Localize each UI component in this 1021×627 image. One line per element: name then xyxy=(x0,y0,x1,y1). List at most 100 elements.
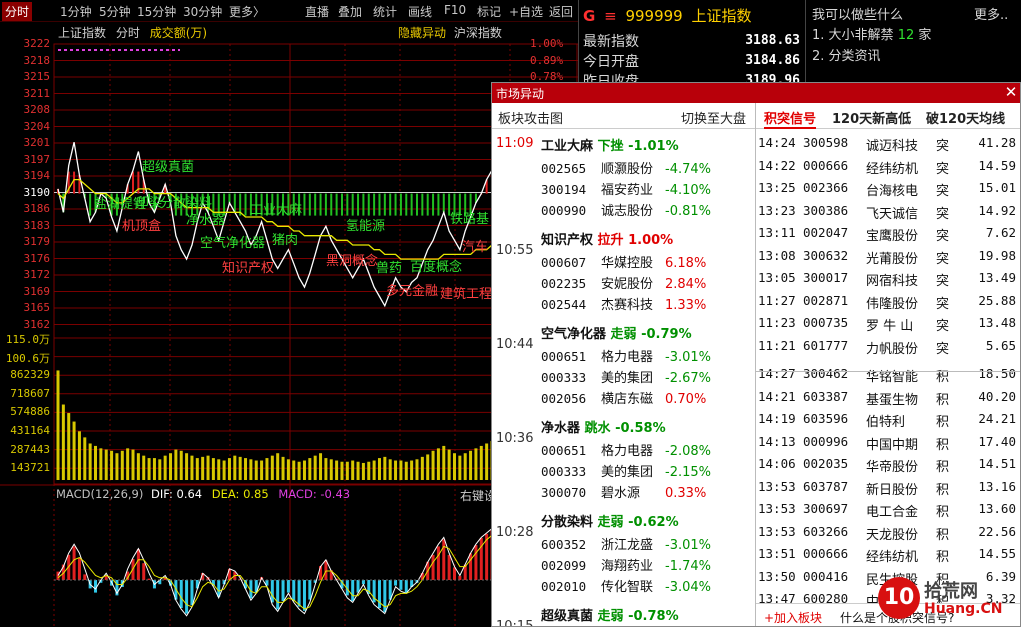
event-block[interactable]: 10:28 分散染料 走弱 -0.62% 600352 浙江龙盛 -3.01% 00209… xyxy=(492,509,755,603)
event-stock-row[interactable]: 002565 顺灏股份 -4.74% xyxy=(541,158,711,177)
event-stock-row[interactable]: 000607 华媒控股 6.18% xyxy=(541,252,706,271)
concept-label[interactable]: 机顶盒 xyxy=(122,215,161,234)
signal-row[interactable]: 13:53 603787 新日股份 积 13.16 xyxy=(756,477,1020,499)
help-more-link[interactable]: 更多.. xyxy=(974,4,1008,23)
concept-label[interactable]: 知识产权 xyxy=(222,257,274,276)
event-stock-row[interactable]: 002056 横店东磁 0.70% xyxy=(541,388,706,407)
signal-row[interactable]: 13:11 002047 宝鹰股份 突 7.62 xyxy=(756,223,1020,245)
signal-row[interactable]: 14:24 300598 诚迈科技 突 41.28 xyxy=(756,133,1020,155)
event-stock-row[interactable]: 002544 杰赛科技 1.33% xyxy=(541,294,706,313)
event-block[interactable]: 10:44 空气净化器 走弱 -0.79% 000651 格力电器 -3.01% 0003… xyxy=(492,321,755,415)
signal-type: 突 xyxy=(936,296,950,312)
tab-120d-high-low[interactable]: 120天新高低 xyxy=(832,108,911,127)
popup-titlebar[interactable]: 市场异动 ✕ xyxy=(492,83,1020,103)
tab-live[interactable]: 直播 xyxy=(305,3,329,20)
concept-label[interactable]: 猪肉 xyxy=(272,229,298,248)
concept-label[interactable]: 黑洞概念 xyxy=(326,250,378,269)
help-item-news[interactable]: 2. 分类资讯 xyxy=(812,45,881,64)
signal-row[interactable]: 14:22 000666 经纬纺机 突 14.59 xyxy=(756,156,1020,178)
help-item-unlock[interactable]: 1. 大小非解禁 12 家 xyxy=(812,24,931,43)
concept-label[interactable]: 印染 xyxy=(136,192,162,211)
signal-row[interactable]: 13:25 002366 台海核电 突 15.01 xyxy=(756,178,1020,200)
close-icon[interactable]: ✕ xyxy=(1003,83,1019,101)
concept-label[interactable]: 建筑工程 xyxy=(440,283,492,302)
event-block[interactable]: 10:36 净水器 跳水 -0.58% 000651 格力电器 -2.08% 000333… xyxy=(492,415,755,509)
concept-label[interactable]: 多元金融 xyxy=(386,280,438,299)
signal-row[interactable]: 13:51 000666 经纬纺机 积 14.55 xyxy=(756,544,1020,566)
concept-label[interactable]: 百度概念 xyxy=(410,256,462,275)
back-button[interactable]: 返回 xyxy=(549,3,573,20)
tab-more[interactable]: 更多〉 xyxy=(229,3,265,20)
breadth-bar xyxy=(308,193,311,216)
signal-pane: 积突信号 120天新高低 破120天均线 14:24 300598 诚迈科技突 41.… xyxy=(756,103,1020,626)
signal-row[interactable]: 13:05 300017 网宿科技 突 13.49 xyxy=(756,268,1020,290)
signal-row[interactable]: 11:23 000735 罗 牛 山 突 13.48 xyxy=(756,313,1020,335)
tab-1min[interactable]: 1分钟 xyxy=(60,3,92,20)
tab-30min[interactable]: 30分钟 xyxy=(183,3,222,20)
event-block[interactable]: 11:09 工业大麻 下挫 -1.01% 002565 顺灏股份 -4.74% 30019… xyxy=(492,133,755,227)
signal-row[interactable]: 13:53 300697 电工合金 积 13.60 xyxy=(756,499,1020,521)
volume-bar xyxy=(185,453,189,480)
tab-5min[interactable]: 5分钟 xyxy=(99,3,131,20)
event-sector[interactable]: 空气净化器 走弱 -0.79% xyxy=(541,323,692,342)
signal-row[interactable]: 14:06 002035 华帝股份 积 14.51 xyxy=(756,454,1020,476)
index-selector[interactable]: 沪深指数 xyxy=(454,26,502,40)
tab-draw[interactable]: 画线 xyxy=(408,3,432,20)
event-sector[interactable]: 工业大麻 下挫 -1.01% xyxy=(541,135,679,154)
tab-overlay[interactable]: 叠加 xyxy=(338,3,362,20)
add-sector-button[interactable]: +加入板块 xyxy=(764,609,822,626)
tab-sector-attack[interactable]: 板块攻击图 xyxy=(498,108,563,127)
signal-row[interactable]: 13:23 300386 飞天诚信 突 14.92 xyxy=(756,201,1020,223)
signal-row[interactable]: 13:53 603266 天龙股份 积 22.56 xyxy=(756,522,1020,544)
event-stock-row[interactable]: 300070 碧水源 0.33% xyxy=(541,482,706,501)
concept-label[interactable]: 汽车 xyxy=(462,236,488,255)
event-stock-row[interactable]: 002010 传化智联 -3.04% xyxy=(541,576,711,595)
signal-row[interactable]: 13:08 300632 光莆股份 突 19.98 xyxy=(756,246,1020,268)
concept-label[interactable]: 超级真菌 xyxy=(142,156,194,175)
event-sector[interactable]: 净水器 跳水 -0.58% xyxy=(541,417,666,436)
tab-intraday[interactable]: 分时 xyxy=(2,2,33,21)
tab-accum-breakout[interactable]: 积突信号 xyxy=(764,108,817,129)
tab-f10[interactable]: F10 xyxy=(444,3,466,17)
breadth-bar xyxy=(335,193,338,216)
menu-icon[interactable]: ≡ xyxy=(604,7,617,25)
tab-15min[interactable]: 15分钟 xyxy=(137,3,176,20)
concept-label[interactable]: 铁路基 xyxy=(450,208,489,227)
stock-change: -3.01% xyxy=(665,538,711,553)
event-block[interactable]: 10:15超级真菌 走弱 -0.78%600664哈药股份-1.40% xyxy=(492,603,755,626)
event-stock-row[interactable]: 000333 美的集团 -2.15% xyxy=(541,461,711,480)
event-stock-row[interactable]: 600352 浙江龙盛 -3.01% xyxy=(541,534,711,553)
event-stock-row[interactable]: 000333 美的集团 -2.67% xyxy=(541,367,711,386)
event-stock-row[interactable]: 002235 安妮股份 2.84% xyxy=(541,273,706,292)
event-sector[interactable]: 分散染料 走弱 -0.62% xyxy=(541,511,679,530)
concept-label[interactable]: 净水器 xyxy=(186,209,225,228)
event-block[interactable]: 10:55 知识产权 拉升 1.00% 000607 华媒控股 6.18% 002235 安… xyxy=(492,227,755,321)
concept-label[interactable]: 兽药 xyxy=(376,257,402,276)
event-stock-row[interactable]: 300194 福安药业 -4.10% xyxy=(541,179,711,198)
event-stock-row[interactable]: 000651 格力电器 -2.08% xyxy=(541,440,711,459)
add-watchlist-button[interactable]: +自选 xyxy=(509,3,543,20)
tab-break-120d-ma[interactable]: 破120天均线 xyxy=(926,108,1005,127)
signal-row[interactable]: 14:27 300462 华铭智能 积 18.50 xyxy=(756,364,1020,386)
signal-row[interactable]: 14:19 603596 伯特利 积 24.21 xyxy=(756,409,1020,431)
event-stock-row[interactable]: 002099 海翔药业 -1.74% xyxy=(541,555,711,574)
signal-row[interactable]: 11:27 002871 伟隆股份 突 25.88 xyxy=(756,291,1020,313)
concept-label[interactable]: 氢能源 xyxy=(346,215,385,234)
concept-label[interactable]: 空气净化器 xyxy=(200,232,265,251)
tab-mark[interactable]: 标记 xyxy=(477,3,501,20)
event-sector[interactable]: 超级真菌 走弱 -0.78% xyxy=(541,605,679,624)
signal-row[interactable]: 11:21 601777 力帆股份 突 5.65 xyxy=(756,336,1020,358)
macd-histogram-bar xyxy=(324,560,328,580)
signal-row[interactable]: 14:13 000996 中国中期 积 17.40 xyxy=(756,432,1020,454)
concept-label[interactable]: 工业大麻 xyxy=(250,199,302,218)
event-stock-row[interactable]: 000651 格力电器 -3.01% xyxy=(541,346,711,365)
event-stock-row[interactable]: 000990 诚志股份 -0.81% xyxy=(541,200,711,219)
volume-bar xyxy=(474,448,478,480)
signal-row[interactable]: 14:21 603387 基蛋生物 积 40.20 xyxy=(756,387,1020,409)
hide-anomaly-toggle[interactable]: 隐藏异动 xyxy=(398,26,446,40)
macd-histogram-bar xyxy=(404,580,408,593)
g-icon[interactable]: G xyxy=(583,7,595,25)
event-sector[interactable]: 知识产权 拉升 1.00% xyxy=(541,229,673,248)
switch-market-button[interactable]: 切换至大盘 xyxy=(681,108,746,127)
tab-stats[interactable]: 统计 xyxy=(373,3,397,20)
